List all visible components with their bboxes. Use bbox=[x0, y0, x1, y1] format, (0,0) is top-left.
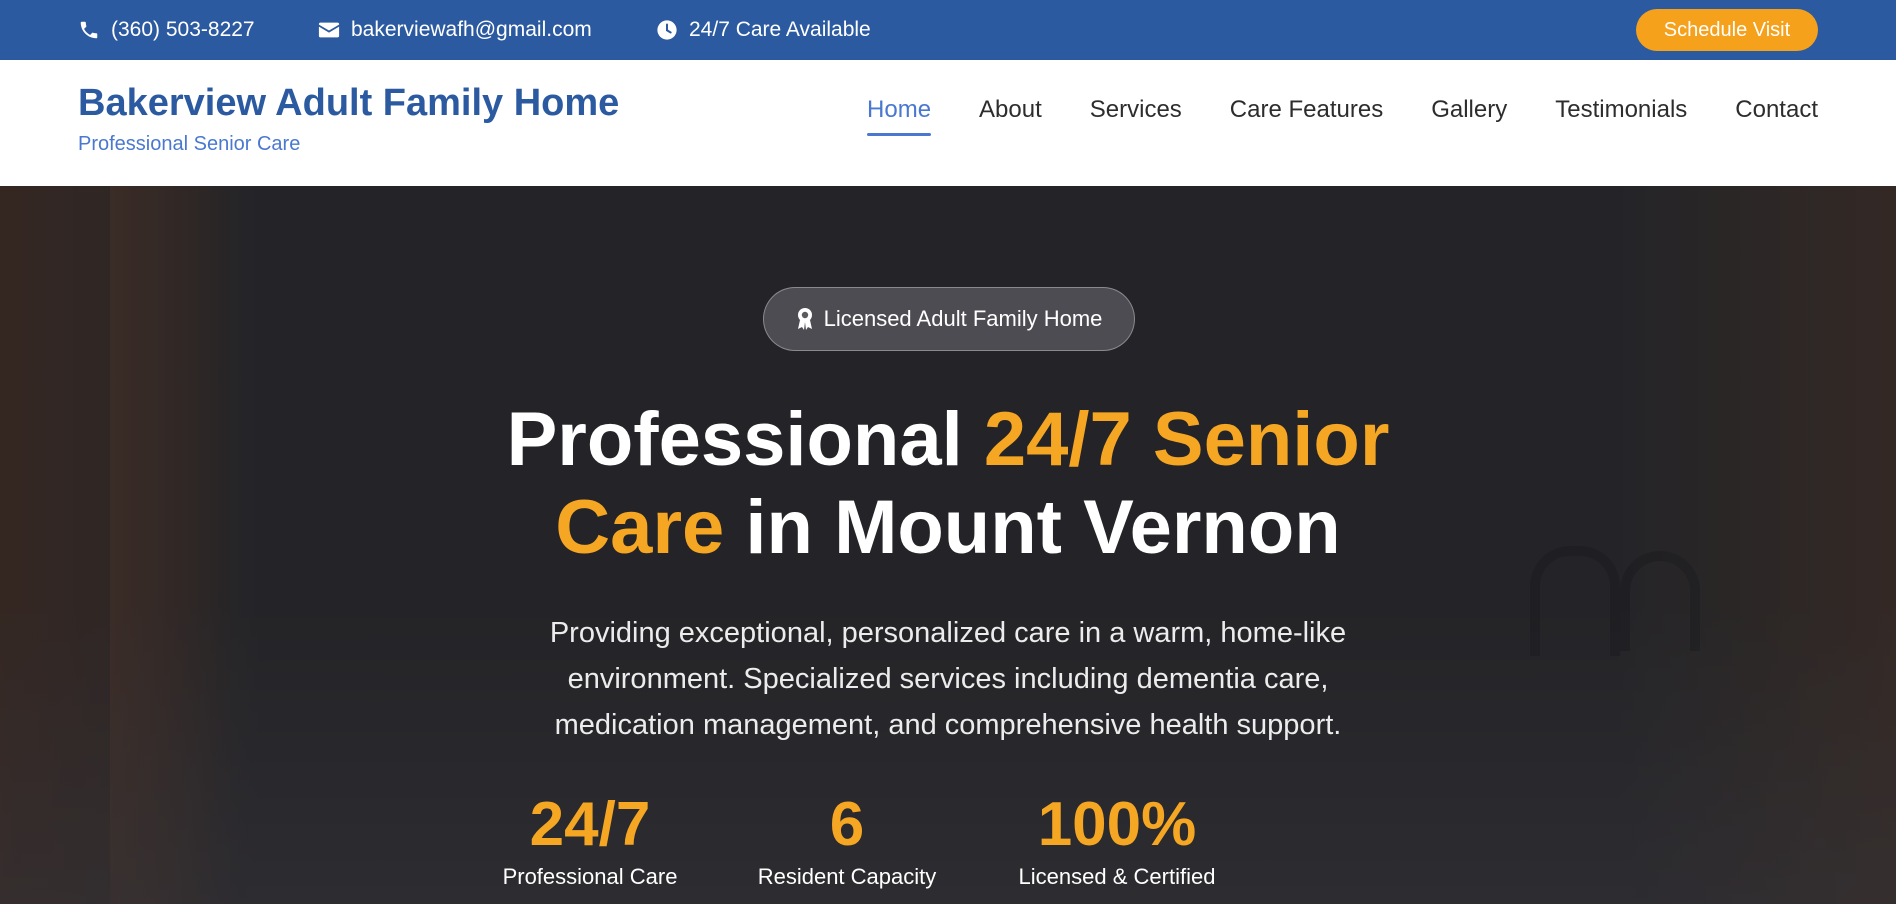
award-icon bbox=[797, 308, 812, 330]
hero-title: Professional 24/7 Senior Care in Mount Ve… bbox=[348, 396, 1548, 572]
stat-value: 24/7 bbox=[529, 790, 651, 859]
badge-text: Licensed Adult Family Home bbox=[823, 306, 1103, 331]
hero-title-part2: in Mount Vernon bbox=[724, 485, 1341, 570]
main-nav: Home About Services Care Features Galler… bbox=[867, 60, 1818, 160]
stat-item: 24/7 Professional Care bbox=[488, 790, 692, 890]
contact-email[interactable]: bakerviewafh@gmail.com bbox=[318, 0, 592, 60]
nav-item-testimonials[interactable]: Testimonials bbox=[1555, 88, 1687, 132]
nav-item-about[interactable]: About bbox=[979, 88, 1042, 132]
site-tagline: Professional Senior Care bbox=[78, 133, 301, 155]
stat-label: Resident Capacity bbox=[757, 864, 937, 889]
phone-icon bbox=[80, 21, 98, 39]
stat-label: Professional Care bbox=[502, 864, 678, 889]
site-title[interactable]: Bakerview Adult Family Home bbox=[78, 82, 619, 125]
nav-item-home[interactable]: Home bbox=[867, 88, 932, 136]
nav-item-gallery[interactable]: Gallery bbox=[1431, 88, 1507, 132]
email-text: bakerviewafh@gmail.com bbox=[351, 18, 592, 41]
site-header: Bakerview Adult Family Home Professional… bbox=[0, 60, 1896, 186]
hero-title-highlight1: 24/7 Senior bbox=[983, 397, 1390, 482]
hours-text: 24/7 Care Available bbox=[689, 18, 871, 41]
stat-label: Licensed & Certified bbox=[1018, 864, 1216, 889]
stat-value: 100% bbox=[1037, 790, 1197, 859]
schedule-visit-button[interactable]: Schedule Visit bbox=[1636, 9, 1818, 51]
hero-title-part1: Professional bbox=[506, 397, 984, 482]
hero-title-highlight2: Care bbox=[555, 485, 725, 570]
stat-value: 6 bbox=[829, 790, 865, 859]
license-badge: Licensed Adult Family Home bbox=[763, 287, 1135, 351]
contact-phone[interactable]: (360) 503-8227 bbox=[78, 0, 255, 60]
clock-icon bbox=[657, 20, 677, 40]
phone-text: (360) 503-8227 bbox=[111, 18, 255, 41]
stat-item: 100% Licensed & Certified bbox=[1006, 790, 1228, 890]
hero-description: Providing exceptional, personalized care… bbox=[549, 617, 1347, 741]
nav-item-contact[interactable]: Contact bbox=[1735, 88, 1818, 132]
nav-item-care-features[interactable]: Care Features bbox=[1230, 88, 1383, 132]
top-info-bar: (360) 503-8227 bakerviewafh@gmail.com 24… bbox=[0, 0, 1896, 60]
hero-section: Licensed Adult Family Home Professional … bbox=[0, 186, 1896, 904]
nav-item-services[interactable]: Services bbox=[1090, 88, 1182, 132]
care-hours: 24/7 Care Available bbox=[656, 0, 871, 60]
envelope-icon bbox=[318, 22, 340, 38]
stat-item: 6 Resident Capacity bbox=[746, 790, 948, 890]
